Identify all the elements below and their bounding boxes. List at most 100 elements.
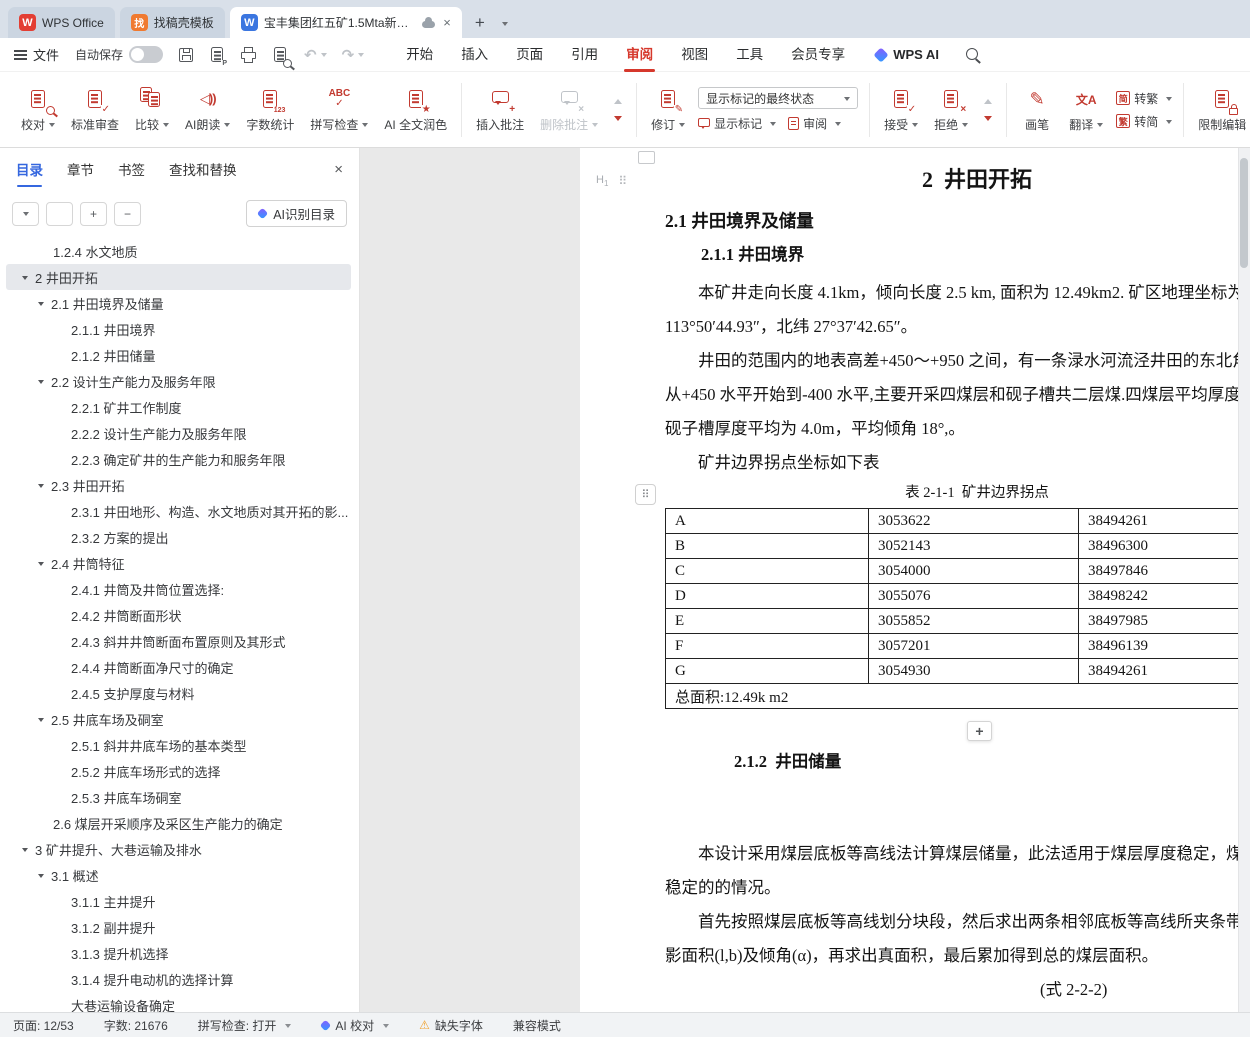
restrict-edit-button[interactable]: 限制编辑 bbox=[1191, 78, 1250, 142]
toc-item[interactable]: 3.1 概述 bbox=[0, 862, 359, 888]
table-cell[interactable]: 3054930 bbox=[868, 658, 1079, 684]
collapse-all-button[interactable] bbox=[12, 201, 39, 226]
table-cell[interactable]: 3055076 bbox=[868, 583, 1079, 609]
table-cell[interactable]: A bbox=[665, 508, 869, 534]
compare-button[interactable]: 比较 bbox=[128, 78, 176, 142]
reject-revision-button[interactable]: × 拒绝 bbox=[927, 78, 975, 142]
toc-item[interactable]: 2.6 煤层开采顺序及采区生产能力的确定 bbox=[0, 810, 359, 836]
insert-plus-button[interactable]: + bbox=[967, 721, 992, 741]
toc-item[interactable]: 2.3.2 方案的提出 bbox=[0, 524, 359, 550]
zoom-in-toc-button[interactable]: + bbox=[80, 201, 107, 226]
toc-item[interactable]: 2.5.1 斜井井底车场的基本类型 bbox=[0, 732, 359, 758]
tab-wps-office[interactable]: W WPS Office bbox=[8, 7, 115, 38]
insert-comment-button[interactable]: + 插入批注 bbox=[469, 78, 531, 142]
search-icon[interactable] bbox=[965, 47, 981, 63]
menu-tab-视图[interactable]: 视图 bbox=[667, 38, 722, 72]
expand-arrow-icon[interactable] bbox=[22, 275, 28, 283]
print-button[interactable] bbox=[241, 47, 257, 63]
menu-tab-开始[interactable]: 开始 bbox=[392, 38, 447, 72]
menu-tab-插入[interactable]: 插入 bbox=[447, 38, 502, 72]
toc-item[interactable]: 2.5.2 井底车场形式的选择 bbox=[0, 758, 359, 784]
toc-item[interactable]: 3.1.2 副井提升 bbox=[0, 914, 359, 940]
ai-polish-button[interactable]: ★ AI 全文润色 bbox=[377, 78, 454, 142]
ai-read-aloud-button[interactable]: ◁)) AI朗读 bbox=[178, 78, 237, 142]
tab-close-icon[interactable]: × bbox=[443, 15, 451, 30]
table-cell[interactable]: 38496300 bbox=[1078, 533, 1250, 559]
accept-revision-button[interactable]: ✓ 接受 bbox=[877, 78, 925, 142]
table-cell[interactable]: 3054000 bbox=[868, 558, 1079, 584]
boundary-table[interactable]: A 3053622 38494261 B 3052143 38496300 C 3054000… bbox=[665, 508, 1250, 709]
next-comment-button[interactable] bbox=[609, 113, 627, 128]
expand-arrow-icon[interactable] bbox=[22, 847, 28, 855]
expand-arrow-icon[interactable] bbox=[38, 561, 44, 569]
toc-item[interactable]: 1.2.4 水文地质 bbox=[0, 238, 359, 264]
track-changes-button[interactable]: ✎ 修订 bbox=[644, 78, 692, 142]
toc-item[interactable]: 3 矿井提升、大巷运输及排水 bbox=[0, 836, 359, 862]
undo-button[interactable]: ↶ bbox=[304, 46, 327, 64]
autosave-toggle[interactable] bbox=[129, 46, 164, 63]
tab-list-chevron-icon[interactable] bbox=[493, 8, 513, 38]
toc-item[interactable]: 2.1.2 井田储量 bbox=[0, 342, 359, 368]
heading-level-marker[interactable]: H1 ⠿ bbox=[596, 174, 627, 188]
sidebar-tab-章节[interactable]: 章节 bbox=[67, 148, 94, 194]
missing-font-warning[interactable]: ⚠ 缺失字体 bbox=[419, 1017, 483, 1034]
print-preview-button[interactable] bbox=[271, 45, 293, 68]
table-cell[interactable]: 3052143 bbox=[868, 533, 1079, 559]
table-cell[interactable]: 3055852 bbox=[868, 608, 1079, 634]
ai-recognize-toc-button[interactable]: AI识别目录 bbox=[246, 200, 347, 227]
toc-item[interactable]: 2.1 井田境界及储量 bbox=[0, 290, 359, 316]
toc-item[interactable]: 3.1.1 主井提升 bbox=[0, 888, 359, 914]
toc-item[interactable]: 2.5.3 井底车场硐室 bbox=[0, 784, 359, 810]
toc-item[interactable]: 2.4.3 斜井井筒断面布置原则及其形式 bbox=[0, 628, 359, 654]
table-cell[interactable]: 38494261 bbox=[1078, 508, 1250, 534]
toc-item[interactable]: 2.5 井底车场及硐室 bbox=[0, 706, 359, 732]
redo-button[interactable]: ↷ bbox=[342, 46, 365, 64]
table-total-cell[interactable]: 总面积:12.49k m2 bbox=[665, 683, 1250, 709]
table-cell[interactable]: E bbox=[665, 608, 869, 634]
expand-arrow-icon[interactable] bbox=[38, 301, 44, 309]
tab-template[interactable]: 找 找稿壳模板 bbox=[119, 7, 225, 38]
review-pane-button[interactable]: 审阅 bbox=[788, 115, 842, 132]
menu-tab-审阅[interactable]: 审阅 bbox=[612, 38, 667, 72]
toc-item[interactable]: 2.4.4 井筒断面净尺寸的确定 bbox=[0, 654, 359, 680]
table-cell[interactable]: 38494261 bbox=[1078, 658, 1250, 684]
show-markup-button[interactable]: 显示标记 bbox=[698, 115, 777, 132]
toc-item[interactable]: 2.4.1 井筒及井筒位置选择: bbox=[0, 576, 359, 602]
to-traditional-button[interactable]: 简转繁 bbox=[1116, 90, 1173, 107]
translate-button[interactable]: 文A 翻译 bbox=[1062, 78, 1110, 142]
word-count-button[interactable]: 123 字数统计 bbox=[239, 78, 301, 142]
table-cell[interactable]: 38497985 bbox=[1078, 608, 1250, 634]
next-revision-button[interactable] bbox=[979, 113, 997, 128]
markup-state-select[interactable]: 显示标记的最终状态 bbox=[698, 87, 859, 109]
sidebar-tab-查找和替换[interactable]: 查找和替换 bbox=[169, 148, 237, 194]
expand-arrow-icon[interactable] bbox=[38, 717, 44, 725]
sidebar-tab-书签[interactable]: 书签 bbox=[118, 148, 145, 194]
table-drag-handle-icon[interactable]: ⠿ bbox=[635, 484, 656, 505]
expand-arrow-icon[interactable] bbox=[38, 873, 44, 881]
export-pdf-button[interactable]: P bbox=[208, 45, 229, 67]
sidebar-tab-目录[interactable]: 目录 bbox=[16, 148, 43, 194]
menu-tab-引用[interactable]: 引用 bbox=[557, 38, 612, 72]
table-cell[interactable]: 3053622 bbox=[868, 508, 1079, 534]
toc-item[interactable]: 2.1.1 井田境界 bbox=[0, 316, 359, 342]
sidebar-close-icon[interactable]: × bbox=[334, 161, 343, 178]
table-cell[interactable]: D bbox=[665, 583, 869, 609]
tab-document[interactable]: W 宝丰集团红五矿1.5Mta新井... × bbox=[229, 7, 462, 38]
expand-arrow-icon[interactable] bbox=[38, 379, 44, 387]
expand-arrow-icon[interactable] bbox=[38, 483, 44, 491]
spell-check-status[interactable]: 拼写检查: 打开 bbox=[198, 1017, 292, 1034]
document-area[interactable]: H1 ⠿ 2 井田开拓 2.1 井田境界及储量 2.1.1 井田境界 本矿井走向长… bbox=[360, 148, 1250, 1012]
toc-item[interactable]: 大巷运输设备确定 bbox=[0, 992, 359, 1013]
menu-tab-页面[interactable]: 页面 bbox=[502, 38, 557, 72]
pen-button[interactable]: ✎ 画笔 bbox=[1014, 78, 1060, 142]
table-cell[interactable]: 38496139 bbox=[1078, 633, 1250, 659]
toc-item[interactable]: 2.3.1 井田地形、构造、水文地质对其开拓的影... bbox=[0, 498, 359, 524]
table-cell[interactable]: G bbox=[665, 658, 869, 684]
vertical-scrollbar[interactable] bbox=[1238, 148, 1250, 1012]
toc-item[interactable]: 3.1.3 提升机选择 bbox=[0, 940, 359, 966]
proofread-button[interactable]: 校对 bbox=[14, 78, 62, 142]
toc-item[interactable]: 2.3 井田开拓 bbox=[0, 472, 359, 498]
save-button[interactable] bbox=[179, 47, 194, 62]
menu-tab-会员专享[interactable]: 会员专享 bbox=[777, 38, 859, 72]
anchor-box-icon[interactable] bbox=[638, 151, 655, 164]
